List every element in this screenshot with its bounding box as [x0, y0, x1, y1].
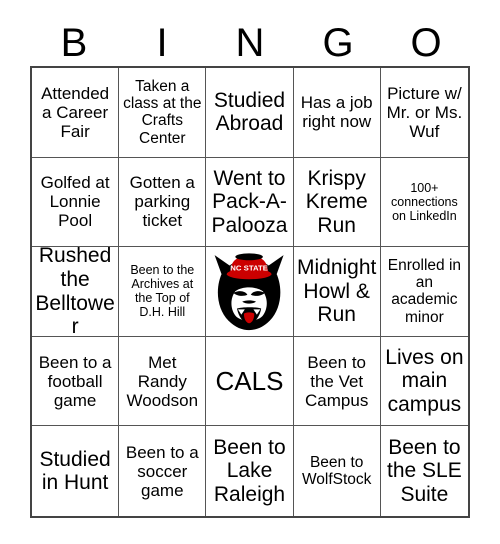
- bingo-cell[interactable]: Attended a Career Fair: [32, 68, 120, 158]
- bingo-cell[interactable]: Picture w/ Mr. or Ms. Wuf: [380, 68, 468, 158]
- bingo-cell-label: Taken a class at the Crafts Center: [123, 77, 202, 147]
- bingo-cell-label: Been to WolfStock: [301, 453, 372, 489]
- bingo-cell-label: Went to Pack-A-Palooza: [211, 166, 288, 237]
- bingo-cell-label: Has a job right now: [300, 93, 373, 132]
- bingo-cell[interactable]: Been to the SLE Suite: [380, 426, 468, 516]
- bingo-cell[interactable]: Been to the Vet Campus: [293, 336, 381, 427]
- bingo-cell[interactable]: Enrolled in an academic minor: [380, 247, 468, 337]
- bingo-cell[interactable]: Krispy Kreme Run: [293, 157, 381, 248]
- bingo-cell-label: Been to a football game: [38, 352, 112, 410]
- header-letter-g: G: [322, 21, 354, 65]
- bingo-grid: Attended a Career Fair Taken a class at t…: [30, 66, 470, 518]
- bingo-cell-label: Krispy Kreme Run: [305, 166, 368, 237]
- bingo-cell-label: Studied Abroad: [213, 88, 286, 136]
- bingo-cell-label: Studied in Hunt: [39, 447, 111, 495]
- bingo-cell[interactable]: Rushed the Belltower: [32, 247, 120, 337]
- bingo-cell[interactable]: Went to Pack-A-Palooza: [206, 157, 294, 248]
- bingo-cell-label: Midnight Howl & Run: [297, 256, 377, 327]
- bingo-cell[interactable]: Has a job right now: [293, 68, 381, 158]
- bingo-cell[interactable]: Gotten a parking ticket: [119, 157, 207, 248]
- header-letter-i: I: [156, 21, 168, 65]
- header-letter-o: O: [410, 21, 442, 65]
- bingo-cell-label: Met Randy Woodson: [126, 352, 199, 410]
- bingo-cell[interactable]: Studied Abroad: [206, 68, 294, 158]
- bingo-cell-label: Been to the SLE Suite: [387, 435, 462, 506]
- bingo-cell-label: Lives on main campus: [385, 345, 464, 416]
- bingo-cell[interactable]: Midnight Howl & Run: [293, 247, 381, 337]
- nc-state-tuffy-wolf-logo: NC STATE: [206, 248, 293, 335]
- bingo-cell-label: Enrolled in an academic minor: [387, 256, 462, 326]
- header-letter-b: B: [60, 21, 88, 65]
- bingo-cell[interactable]: Been to WolfStock: [293, 426, 381, 516]
- bingo-cell[interactable]: Taken a class at the Crafts Center: [119, 68, 207, 158]
- bingo-cell[interactable]: Been to the Archives at the Top of D.H. …: [119, 247, 207, 337]
- bingo-cell-label: Been to the Vet Campus: [305, 352, 369, 410]
- bingo-free-space-cell[interactable]: NC STATE: [206, 247, 294, 337]
- bingo-cell-label: CALS: [215, 365, 284, 396]
- bingo-cell-label: Been to a soccer game: [125, 442, 199, 500]
- bingo-cell-label: Gotten a parking ticket: [129, 173, 195, 231]
- bingo-cell[interactable]: Met Randy Woodson: [119, 336, 207, 427]
- bingo-cell-label: Picture w/ Mr. or Ms. Wuf: [386, 83, 463, 141]
- bingo-cell[interactable]: Been to a soccer game: [119, 426, 207, 516]
- bingo-cell[interactable]: Studied in Hunt: [32, 426, 120, 516]
- bingo-cell[interactable]: CALS: [206, 336, 294, 427]
- logo-hat-text: NC STATE: [231, 264, 269, 273]
- bingo-cell-label: Been to the Archives at the Top of D.H. …: [130, 263, 195, 320]
- bingo-cell-label: Been to Lake Raleigh: [213, 435, 286, 506]
- bingo-cell-label: Golfed at Lonnie Pool: [40, 173, 110, 231]
- header-letter-n: N: [235, 21, 265, 65]
- bingo-header: B I N G O: [30, 20, 470, 66]
- bingo-cell-label: Attended a Career Fair: [41, 83, 110, 141]
- bingo-card: B I N G O Attended a Career Fair Taken a …: [0, 0, 500, 544]
- bingo-cell[interactable]: Golfed at Lonnie Pool: [32, 157, 120, 248]
- bingo-cell-label: Rushed the Belltower: [35, 247, 115, 337]
- bingo-cell-label: 100+ connections on LinkedIn: [391, 180, 458, 223]
- bingo-cell[interactable]: 100+ connections on LinkedIn: [380, 157, 468, 248]
- bingo-cell[interactable]: Been to Lake Raleigh: [206, 426, 294, 516]
- bingo-cell[interactable]: Lives on main campus: [380, 336, 468, 427]
- bingo-cell[interactable]: Been to a football game: [32, 336, 120, 427]
